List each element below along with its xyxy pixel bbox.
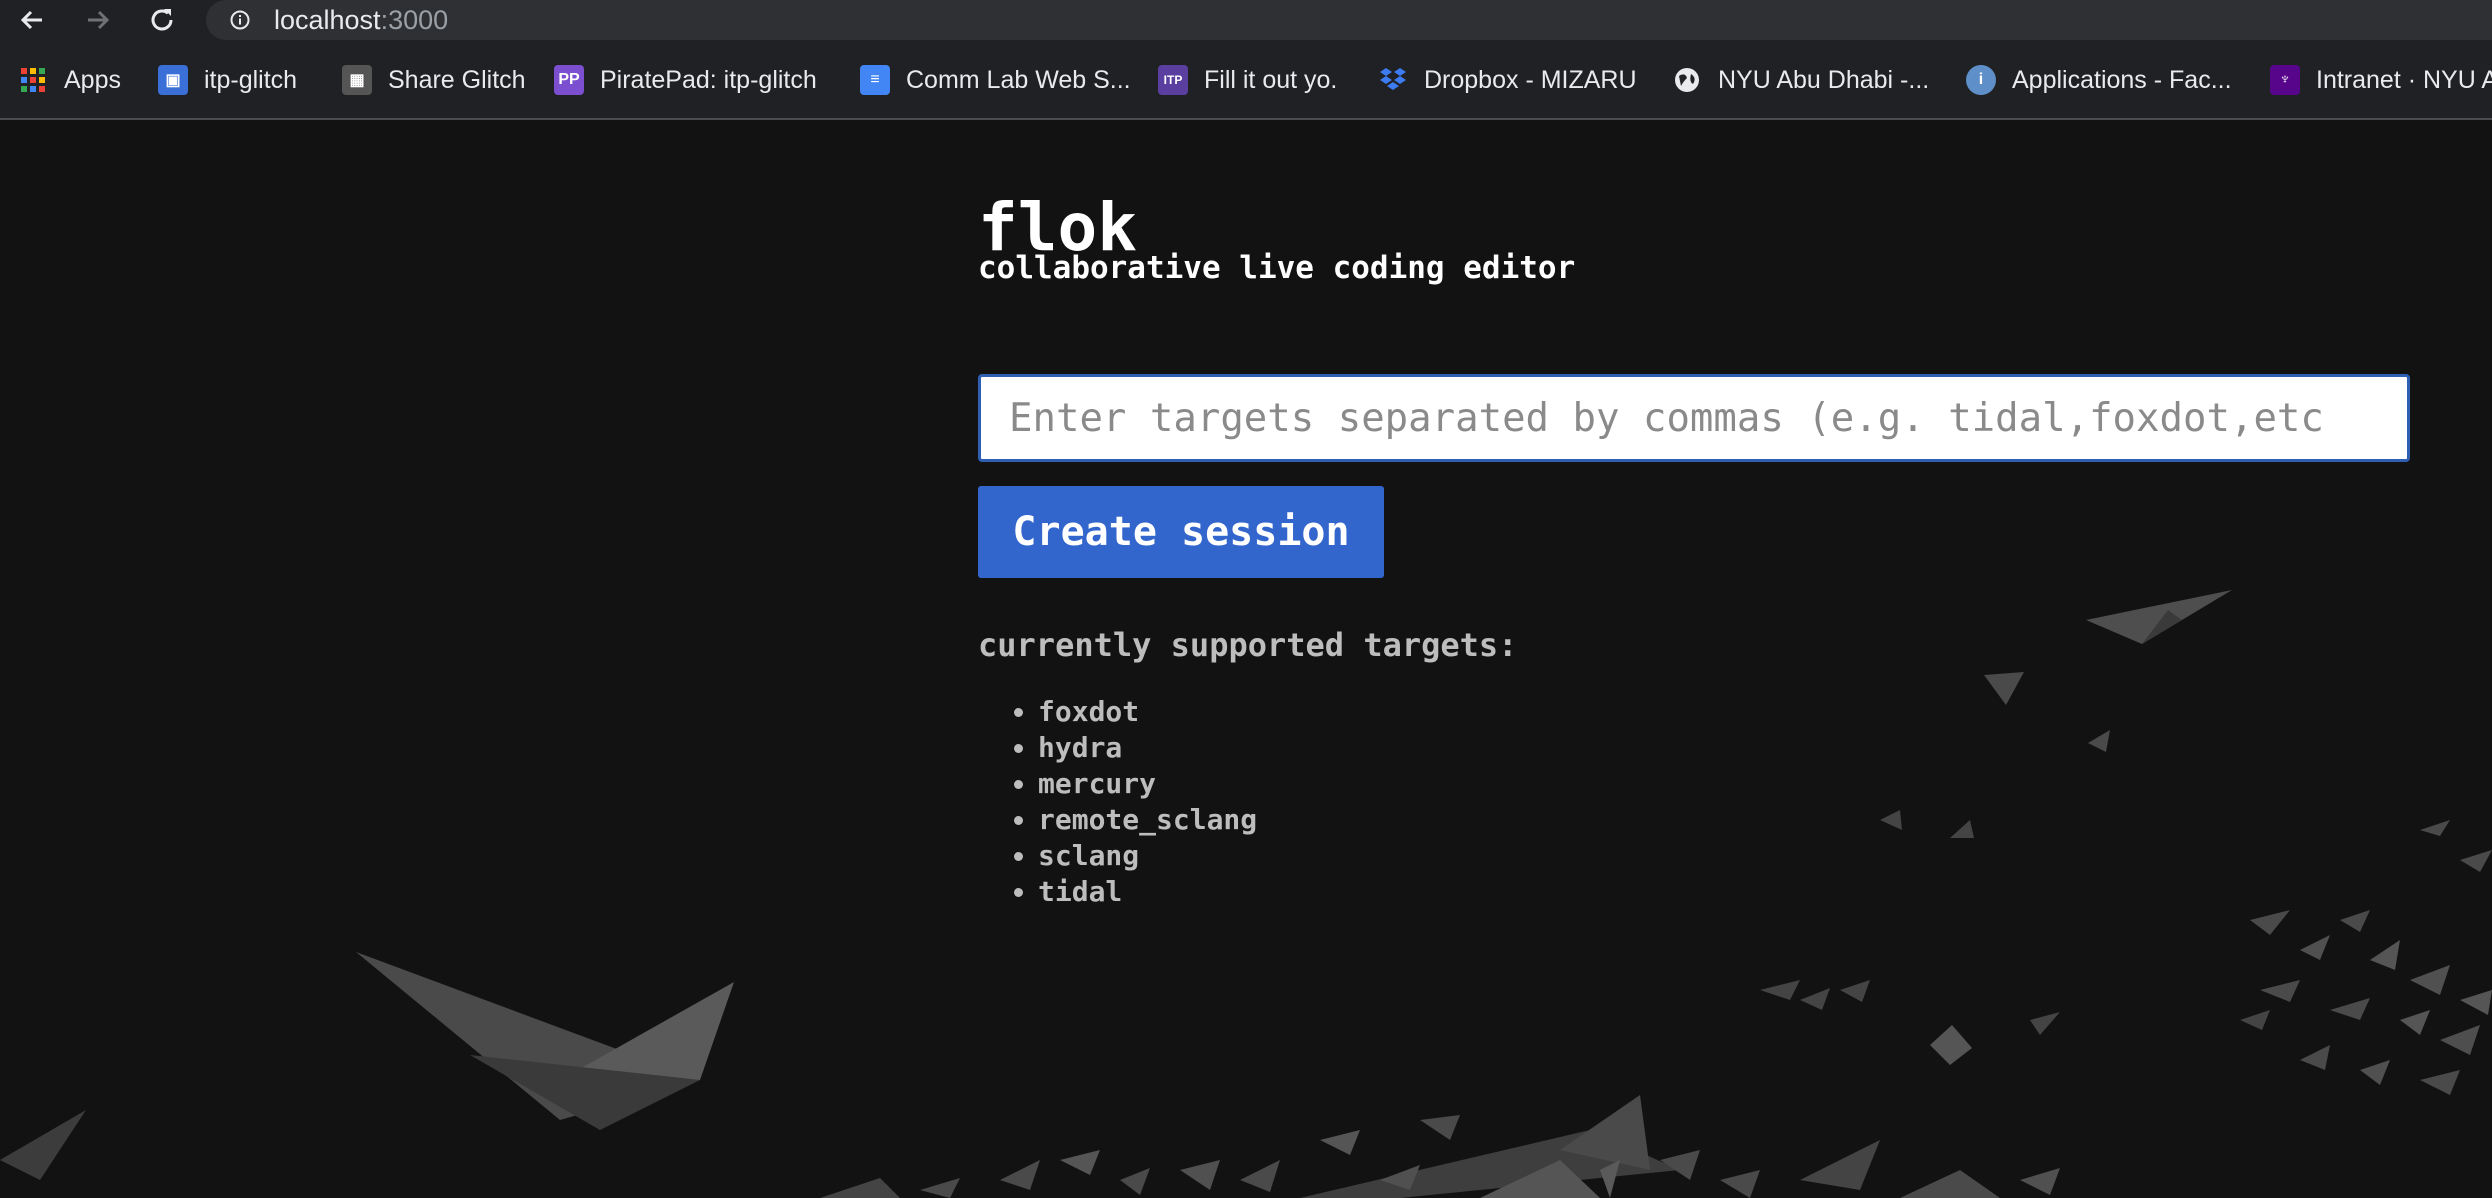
- bookmark-label: Intranet · NYU A: [2316, 65, 2492, 94]
- google-docs-icon: ≡: [860, 65, 890, 95]
- forward-button[interactable]: [80, 2, 116, 38]
- create-session-button[interactable]: Create session: [978, 486, 1384, 578]
- address-bar[interactable]: localhost:3000: [206, 0, 2492, 40]
- target-item: sclang: [1038, 838, 1257, 874]
- browser-toolbar: localhost:3000: [0, 0, 2492, 40]
- bookmark-fill-it-out[interactable]: ITP Fill it out yo.: [1158, 60, 1337, 100]
- bookmark-label: itp-glitch: [204, 65, 298, 94]
- bookmark-intranet[interactable]: ♆ Intranet · NYU A: [2270, 60, 2492, 100]
- supported-targets-heading: currently supported targets:: [978, 626, 1518, 664]
- target-item: hydra: [1038, 730, 1257, 766]
- glitch-icon: ▣: [158, 65, 188, 95]
- bookmark-label: Apps: [64, 65, 121, 94]
- bookmark-label: Fill it out yo.: [1204, 65, 1338, 94]
- globe-icon: [1672, 65, 1702, 95]
- nyu-torch-icon: ♆: [2270, 65, 2300, 95]
- bookmark-label: Applications - Fac...: [2012, 65, 2232, 94]
- target-item: tidal: [1038, 874, 1257, 910]
- reload-icon: [151, 9, 173, 31]
- back-arrow-icon: [20, 10, 42, 30]
- url-port: :3000: [380, 5, 449, 35]
- reload-button[interactable]: [144, 2, 180, 38]
- bookmark-label: Comm Lab Web S...: [906, 65, 1131, 94]
- url-text: localhost:3000: [274, 5, 448, 35]
- bookmark-dropbox[interactable]: Dropbox - MIZARU: [1378, 60, 1637, 100]
- back-button[interactable]: [14, 2, 50, 38]
- page-subtitle: collaborative live coding editor: [978, 250, 1576, 286]
- bookmark-share-glitch[interactable]: ▦ Share Glitch: [342, 60, 526, 100]
- targets-input[interactable]: [978, 374, 2410, 462]
- target-item: foxdot: [1038, 694, 1257, 730]
- bookmark-itp-glitch[interactable]: ▣ itp-glitch: [158, 60, 297, 100]
- share-glitch-icon: ▦: [342, 65, 372, 95]
- bookmark-nyu-abu-dhabi[interactable]: NYU Abu Dhabi -...: [1672, 60, 1929, 100]
- site-info-icon[interactable]: [230, 10, 250, 30]
- piratepad-icon: PP: [554, 65, 584, 95]
- apps-grid-icon: [18, 65, 48, 95]
- bookmark-comm-lab[interactable]: ≡ Comm Lab Web S...: [860, 60, 1131, 100]
- bookmarks-bar: Apps ▣ itp-glitch ▦ Share Glitch PP Pira…: [0, 40, 2492, 120]
- target-item: mercury: [1038, 766, 1257, 802]
- target-item: remote_sclang: [1038, 802, 1257, 838]
- supported-targets-list: foxdot hydra mercury remote_sclang sclan…: [978, 694, 1257, 910]
- url-host: localhost: [274, 5, 381, 35]
- forward-arrow-icon: [88, 10, 110, 30]
- dropbox-icon: [1378, 65, 1408, 95]
- bookmark-label: Share Glitch: [388, 65, 526, 94]
- bookmark-label: Dropbox - MIZARU: [1424, 65, 1637, 94]
- bookmark-apps[interactable]: Apps: [18, 60, 121, 100]
- bookmark-label: PiratePad: itp-glitch: [600, 65, 817, 94]
- info-icon: i: [1966, 65, 1996, 95]
- bookmark-piratepad[interactable]: PP PiratePad: itp-glitch: [554, 60, 817, 100]
- bookmark-label: NYU Abu Dhabi -...: [1718, 65, 1930, 94]
- itp-icon: ITP: [1158, 65, 1188, 95]
- bookmark-applications[interactable]: i Applications - Fac...: [1966, 60, 2232, 100]
- flok-page: flok collaborative live coding editor Cr…: [0, 120, 2492, 1198]
